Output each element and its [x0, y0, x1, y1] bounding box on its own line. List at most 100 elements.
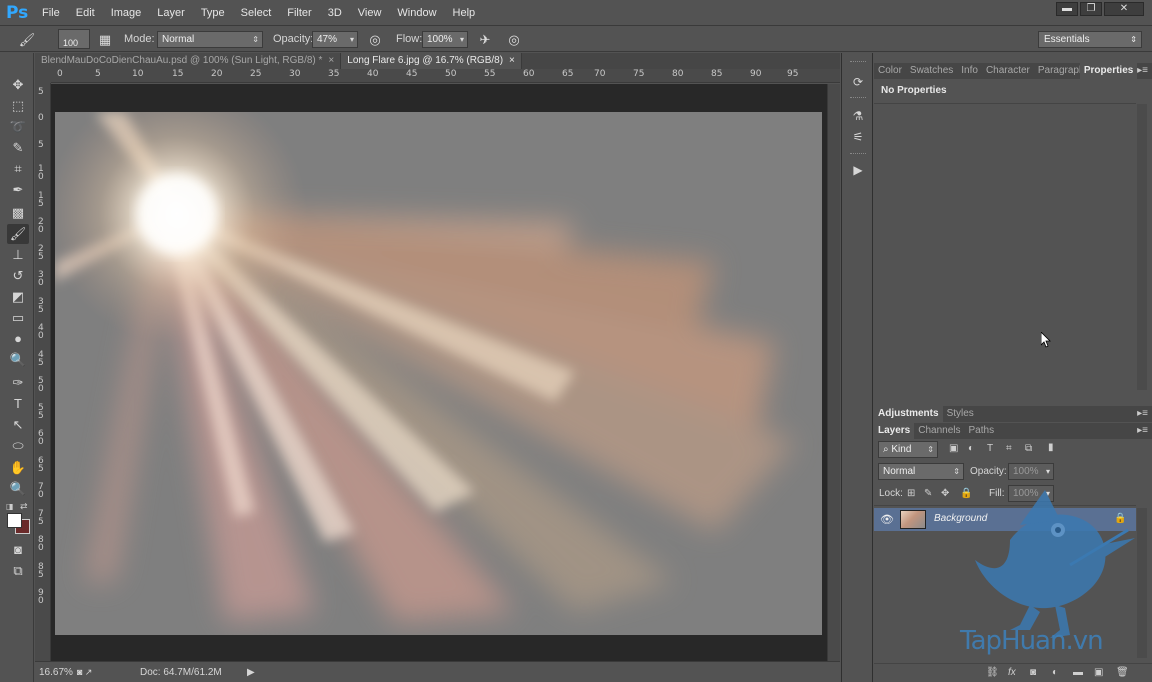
mask-icon[interactable]: ◙ — [1030, 667, 1036, 678]
quick-selection-tool-icon[interactable]: ✎ — [7, 138, 29, 158]
filter-toggle-icon[interactable]: ▮ — [1048, 442, 1054, 453]
tab-layers[interactable]: Layers — [874, 423, 915, 439]
vertical-scrollbar[interactable] — [827, 84, 840, 661]
filter-pixel-icon[interactable]: ▣ — [949, 443, 958, 454]
minimize-button[interactable]: ▬ — [1056, 2, 1078, 16]
eyedropper-tool-icon[interactable]: ✒ — [7, 180, 29, 200]
close-window-button[interactable]: ✕ — [1104, 2, 1144, 16]
tab-character[interactable]: Character — [982, 63, 1034, 79]
tab-document-jpg[interactable]: Long Flare 6.jpg @ 16.7% (RGB/8) × — [341, 53, 522, 69]
gradient-tool-icon[interactable]: ▭ — [7, 308, 29, 328]
properties-scrollbar[interactable] — [1137, 104, 1147, 390]
fx-icon[interactable]: fx — [1008, 667, 1016, 678]
brush-settings-icon[interactable]: ⚟ — [848, 128, 868, 146]
filter-type-icon[interactable]: T — [987, 443, 993, 454]
tab-adjustments[interactable]: Adjustments — [874, 406, 943, 422]
tab-styles[interactable]: Styles — [943, 406, 978, 422]
canvas-area[interactable] — [51, 84, 827, 661]
group-icon[interactable]: ▬ — [1073, 667, 1083, 678]
zoom-level[interactable]: 16.67% — [39, 667, 73, 678]
screen-mode-icon[interactable]: ⧉ — [7, 561, 29, 581]
close-icon[interactable]: × — [509, 55, 515, 66]
type-tool-icon[interactable]: T — [7, 394, 29, 414]
brush-tool-preset-icon[interactable]: 🖌 — [18, 31, 36, 48]
lock-transparent-icon[interactable]: ⊞ — [907, 488, 915, 499]
menu-help[interactable]: Help — [445, 0, 484, 26]
crop-tool-icon[interactable]: ⌗ — [7, 159, 29, 179]
swap-colors-icon[interactable]: ⇄ — [20, 501, 28, 512]
history-panel-icon[interactable]: ⟳ — [848, 73, 868, 91]
tab-info[interactable]: Info — [957, 63, 982, 79]
tab-document-psd[interactable]: BlendMauDoCoDienChauAu.psd @ 100% (Sun L… — [35, 53, 342, 69]
healing-brush-tool-icon[interactable]: ▩ — [7, 203, 29, 223]
lock-all-icon[interactable]: 🔒 — [960, 488, 972, 499]
marquee-tool-icon[interactable]: ⬚ — [7, 96, 29, 116]
visibility-eye-icon[interactable]: 👁 — [880, 513, 894, 526]
clone-stamp-tool-icon[interactable]: ⊥ — [7, 245, 29, 265]
menu-layer[interactable]: Layer — [149, 0, 193, 26]
quick-mask-icon[interactable]: ◙ — [7, 540, 29, 560]
opacity-field[interactable]: 47% ▾ — [312, 31, 358, 48]
tab-color[interactable]: Color — [874, 63, 906, 79]
tab-paths[interactable]: Paths — [965, 423, 999, 439]
tab-channels[interactable]: Channels — [914, 423, 964, 439]
dock-grip[interactable] — [850, 97, 866, 100]
default-colors-icon[interactable]: ◨ — [6, 502, 16, 511]
foreground-color-swatch[interactable] — [7, 513, 22, 528]
filter-shape-icon[interactable]: ⌗ — [1006, 443, 1012, 454]
link-icon[interactable]: ⛓ — [986, 667, 999, 678]
menu-filter[interactable]: Filter — [279, 0, 319, 26]
ellipse-tool-icon[interactable]: ⬭ — [7, 436, 29, 456]
fill-field[interactable]: 100% ▾ — [1008, 485, 1054, 502]
brush-panel-toggle-icon[interactable]: ▦ — [96, 31, 114, 48]
panel-menu-icon[interactable]: ▸≡ — [1137, 408, 1148, 419]
path-selection-tool-icon[interactable]: ↖ — [7, 415, 29, 435]
menu-window[interactable]: Window — [389, 0, 444, 26]
flow-field[interactable]: 100% ▾ — [422, 31, 468, 48]
panel-menu-icon[interactable]: ▸≡ — [1137, 425, 1148, 436]
brush-tool-icon[interactable]: 🖌 — [7, 224, 29, 244]
menu-image[interactable]: Image — [103, 0, 150, 26]
new-layer-icon[interactable]: ▣ — [1094, 667, 1103, 678]
layer-row-background[interactable]: 👁 Background 🔒 — [874, 508, 1136, 531]
dock-grip[interactable] — [850, 61, 866, 64]
tab-swatches[interactable]: Swatches — [906, 63, 957, 79]
menu-type[interactable]: Type — [193, 0, 233, 26]
hand-tool-icon[interactable]: ✋ — [7, 458, 29, 478]
trash-icon[interactable]: 🗑 — [1116, 667, 1129, 678]
filter-smart-object-icon[interactable]: ⧉ — [1025, 443, 1032, 454]
tab-properties[interactable]: Properties — [1079, 63, 1138, 79]
filter-adjustment-icon[interactable]: ◐ — [968, 443, 974, 454]
pressure-opacity-icon[interactable]: ◎ — [366, 31, 384, 48]
dock-grip[interactable] — [850, 153, 866, 156]
mode-select[interactable]: Normal ⇕ — [157, 31, 263, 48]
layers-scrollbar[interactable] — [1137, 508, 1147, 658]
zoom-tool-icon[interactable]: 🔍 — [7, 479, 29, 499]
menu-3d[interactable]: 3D — [320, 0, 350, 26]
pressure-size-icon[interactable]: ◎ — [505, 31, 523, 48]
brush-size-picker[interactable]: 100 — [58, 29, 90, 49]
airbrush-icon[interactable]: ✈ — [476, 31, 494, 48]
blend-mode-select[interactable]: Normal ⇕ — [878, 463, 964, 480]
document-image[interactable] — [55, 112, 822, 635]
menu-edit[interactable]: Edit — [68, 0, 103, 26]
adjustment-icon[interactable]: ◐ — [1052, 667, 1058, 678]
layer-filter-select[interactable]: ⌕ Kind ⇕ — [878, 441, 938, 458]
brush-presets-icon[interactable]: ⚗ — [848, 107, 868, 125]
workspace-select[interactable]: Essentials ⇕ — [1038, 31, 1142, 48]
status-info-icon[interactable]: ◙ ↗ — [77, 667, 92, 678]
layer-opacity-field[interactable]: 100% ▾ — [1008, 463, 1054, 480]
panel-menu-icon[interactable]: ▸≡ — [1137, 65, 1148, 76]
menu-view[interactable]: View — [350, 0, 390, 26]
status-menu-arrow-icon[interactable]: ▶ — [247, 667, 255, 678]
pen-tool-icon[interactable]: ✑ — [7, 373, 29, 393]
move-tool-icon[interactable]: ✥ — [7, 75, 29, 95]
close-icon[interactable]: × — [328, 55, 334, 66]
actions-panel-icon[interactable]: ▶ — [848, 161, 868, 179]
menu-select[interactable]: Select — [233, 0, 280, 26]
tab-paragraph[interactable]: Paragraph — [1034, 63, 1080, 79]
blur-tool-icon[interactable]: ● — [7, 329, 29, 349]
lock-position-icon[interactable]: ✥ — [941, 488, 949, 499]
lasso-tool-icon[interactable]: ➰ — [7, 117, 29, 137]
maximize-button[interactable]: ❐ — [1080, 2, 1102, 16]
